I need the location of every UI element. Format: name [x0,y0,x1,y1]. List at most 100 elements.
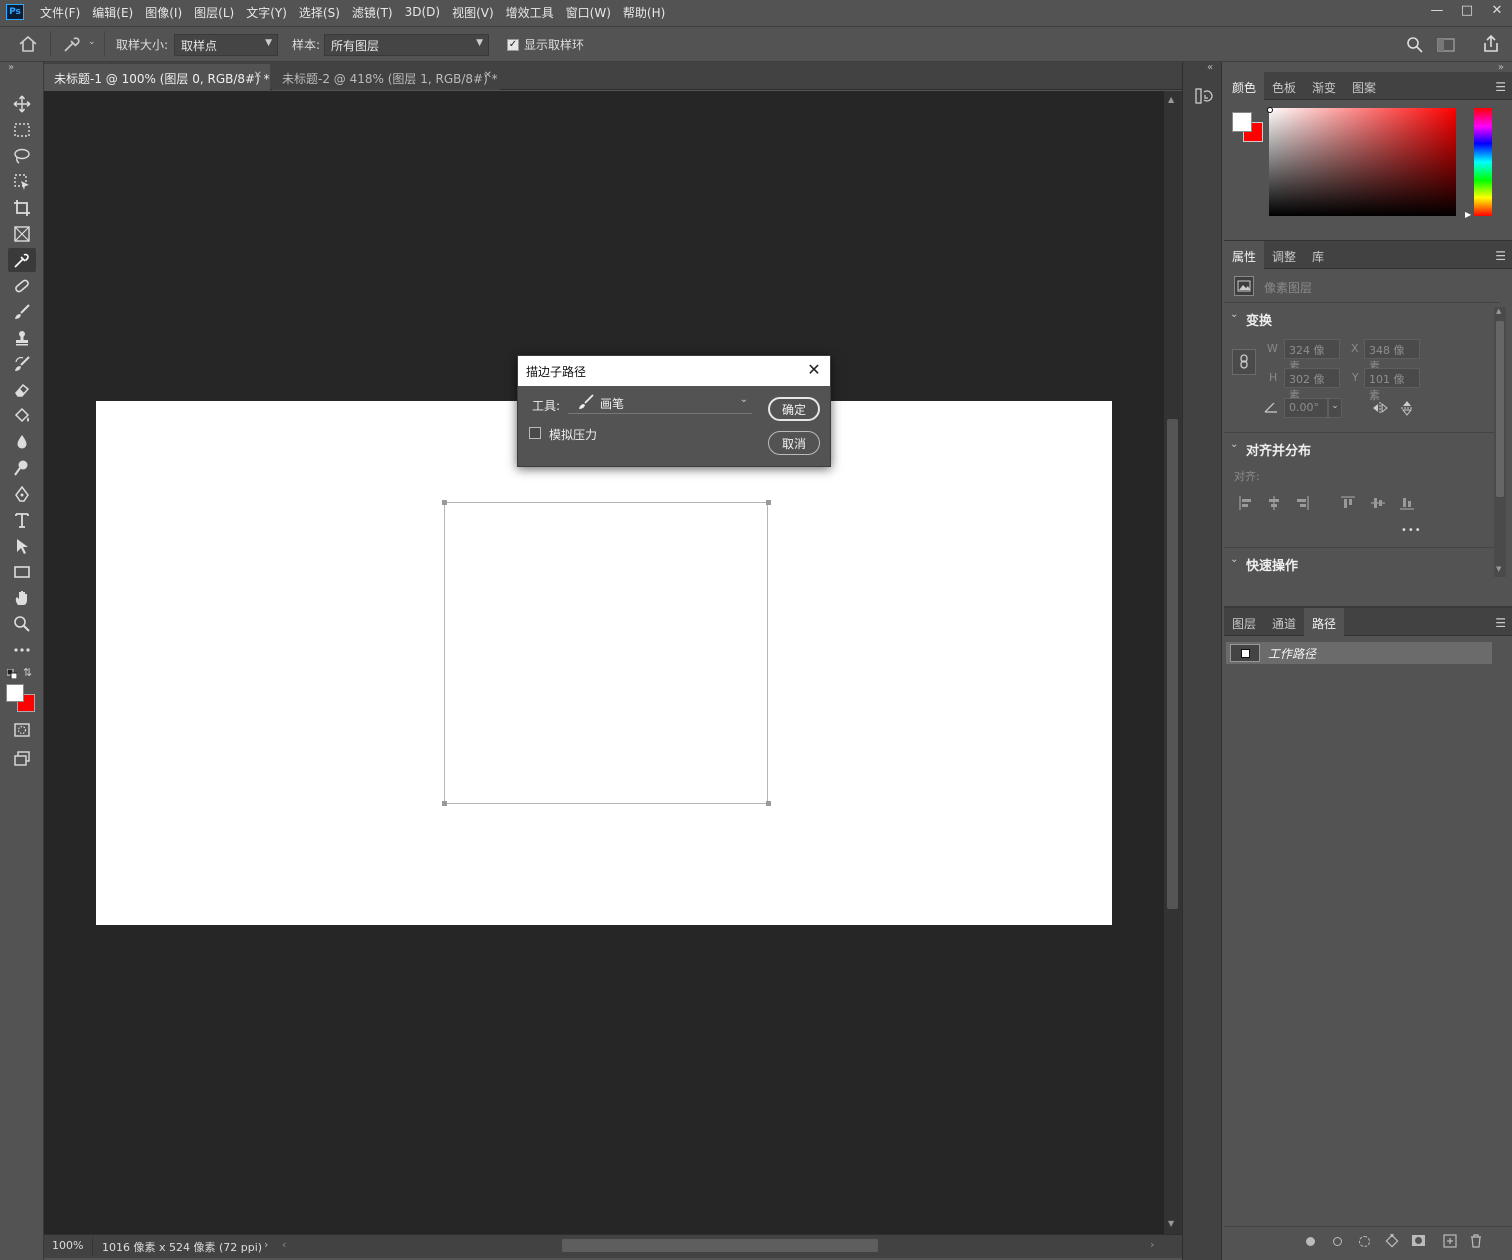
align-horizontal-center-icon[interactable] [1266,495,1282,514]
sample-select[interactable]: 所有图层 ▼ [324,34,489,56]
scroll-left-icon[interactable]: ‹ [282,1238,286,1251]
tab-paths[interactable]: 路径 [1304,608,1345,636]
path-selection-tool-icon[interactable] [8,534,36,558]
y-field[interactable]: 101 像素 [1364,368,1420,402]
work-path-rectangle[interactable] [444,502,768,804]
tab-color[interactable]: 颜色 [1224,72,1265,100]
align-bottom-icon[interactable] [1399,495,1415,514]
history-brush-tool-icon[interactable] [8,352,36,376]
crop-tool-icon[interactable] [8,196,36,220]
hand-tool-icon[interactable] [8,586,36,610]
close-tab-icon[interactable]: ✕ [254,70,262,81]
angle-field[interactable]: 0.00° [1284,398,1328,418]
blur-tool-icon[interactable] [8,430,36,454]
panel-menu-icon[interactable]: ☰ [1495,249,1506,263]
tab-properties[interactable]: 属性 [1224,241,1265,269]
path-anchor[interactable] [766,500,771,505]
menu-filter[interactable]: 滤镜(T) [346,4,399,21]
vertical-scrollbar[interactable]: ▲ ▼ [1164,91,1182,1234]
default-colors-icon[interactable] [6,668,18,682]
scroll-down-icon[interactable]: ▼ [1168,1219,1174,1228]
eraser-tool-icon[interactable] [8,378,36,402]
frame-tool-icon[interactable] [8,222,36,246]
height-field[interactable]: 302 像素 [1284,368,1340,402]
maximize-icon[interactable]: □ [1452,0,1482,20]
close-window-icon[interactable]: ✕ [1482,0,1512,20]
foreground-color-chip[interactable] [1232,112,1252,132]
scroll-up-icon[interactable]: ▲ [1496,307,1501,315]
zoom-tool-icon[interactable] [8,612,36,636]
panel-menu-icon[interactable]: ☰ [1495,80,1506,94]
tab-adjustments[interactable]: 调整 [1264,241,1304,269]
stroke-path-icon[interactable] [1333,1237,1342,1246]
menu-edit[interactable]: 编辑(E) [86,4,139,21]
x-field[interactable]: 348 像素 [1364,339,1420,373]
workspace-icon[interactable] [1437,37,1455,56]
flip-vertical-icon[interactable] [1400,399,1414,420]
transform-section-title[interactable]: 变换 [1246,310,1272,329]
close-tab-icon[interactable]: ✕ [484,70,492,81]
more-options-icon[interactable]: ••• [1401,525,1422,536]
scroll-thumb[interactable] [1496,321,1504,497]
align-section-title[interactable]: 对齐并分布 [1246,440,1311,459]
eyedropper-preset-icon[interactable] [62,35,82,56]
history-panel-icon[interactable] [1193,86,1213,109]
menu-window[interactable]: 窗口(W) [560,4,617,21]
paint-bucket-tool-icon[interactable] [8,404,36,428]
properties-scrollbar[interactable]: ▲ ▼ [1494,307,1506,577]
cancel-button[interactable]: 取消 [768,431,820,455]
menu-select[interactable]: 选择(S) [293,4,346,21]
marquee-tool-icon[interactable] [8,118,36,142]
menu-plugins[interactable]: 增效工具 [500,4,560,21]
sample-size-select[interactable]: 取样点 ▼ [174,34,278,56]
chevron-down-icon[interactable]: ⌄ [88,37,96,47]
collapse-icon[interactable]: » [8,62,14,73]
new-path-icon[interactable] [1443,1234,1457,1251]
saturation-brightness-field[interactable] [1269,108,1456,216]
hue-slider[interactable] [1474,108,1492,216]
chevron-down-icon[interactable]: ⌄ [1230,309,1238,320]
path-anchor[interactable] [442,500,447,505]
tab-patterns[interactable]: 图案 [1344,72,1384,100]
eyedropper-tool-icon[interactable] [8,248,36,272]
align-right-icon[interactable] [1294,495,1310,514]
show-ring-checkbox[interactable]: ✓ [507,39,519,51]
load-as-selection-icon[interactable] [1359,1236,1370,1247]
tab-document-1[interactable]: 未标题-1 @ 100% (图层 0, RGB/8#) * ✕ [44,64,270,90]
tool-select[interactable]: 画笔 ⌄ [568,394,752,414]
expand-icon[interactable]: « [1207,62,1213,73]
menu-view[interactable]: 视图(V) [446,4,500,21]
width-field[interactable]: 324 像素 [1284,339,1340,373]
rectangle-tool-icon[interactable] [8,560,36,584]
chevron-down-icon[interactable]: ⌄ [1230,439,1238,450]
horizontal-scroll-thumb[interactable] [562,1239,878,1252]
menu-help[interactable]: 帮助(H) [617,4,671,21]
chevron-down-icon[interactable]: ⌄ [1230,554,1238,565]
share-icon[interactable] [1482,34,1500,56]
more-tools-icon[interactable] [8,638,36,662]
chevron-right-icon[interactable]: › [264,1238,268,1251]
menu-image[interactable]: 图像(I) [139,4,188,21]
tab-document-2[interactable]: 未标题-2 @ 418% (图层 1, RGB/8#) * ✕ [272,64,500,90]
panel-menu-icon[interactable]: ☰ [1495,616,1506,630]
lasso-tool-icon[interactable] [8,144,36,168]
path-anchor[interactable] [766,801,771,806]
quick-mask-icon[interactable] [8,718,36,742]
close-icon[interactable]: ✕ [804,360,824,379]
tab-layers[interactable]: 图层 [1224,608,1264,636]
search-icon[interactable] [1406,36,1424,57]
scroll-right-icon[interactable]: › [1150,1238,1154,1251]
screen-mode-icon[interactable] [8,746,36,770]
scroll-thumb[interactable] [1167,419,1178,909]
tab-swatches[interactable]: 色板 [1264,72,1304,100]
healing-brush-tool-icon[interactable] [8,274,36,298]
color-picker-handle[interactable] [1267,107,1273,113]
hue-slider-handle[interactable]: ▶ [1465,210,1471,219]
ok-button[interactable]: 确定 [768,397,820,421]
add-mask-icon[interactable] [1412,1235,1425,1246]
menu-type[interactable]: 文字(Y) [240,4,293,21]
delete-path-icon[interactable] [1469,1234,1483,1251]
menu-3d[interactable]: 3D(D) [399,5,446,19]
angle-dropdown-icon[interactable]: ⌄ [1328,398,1342,418]
pen-tool-icon[interactable] [8,482,36,506]
